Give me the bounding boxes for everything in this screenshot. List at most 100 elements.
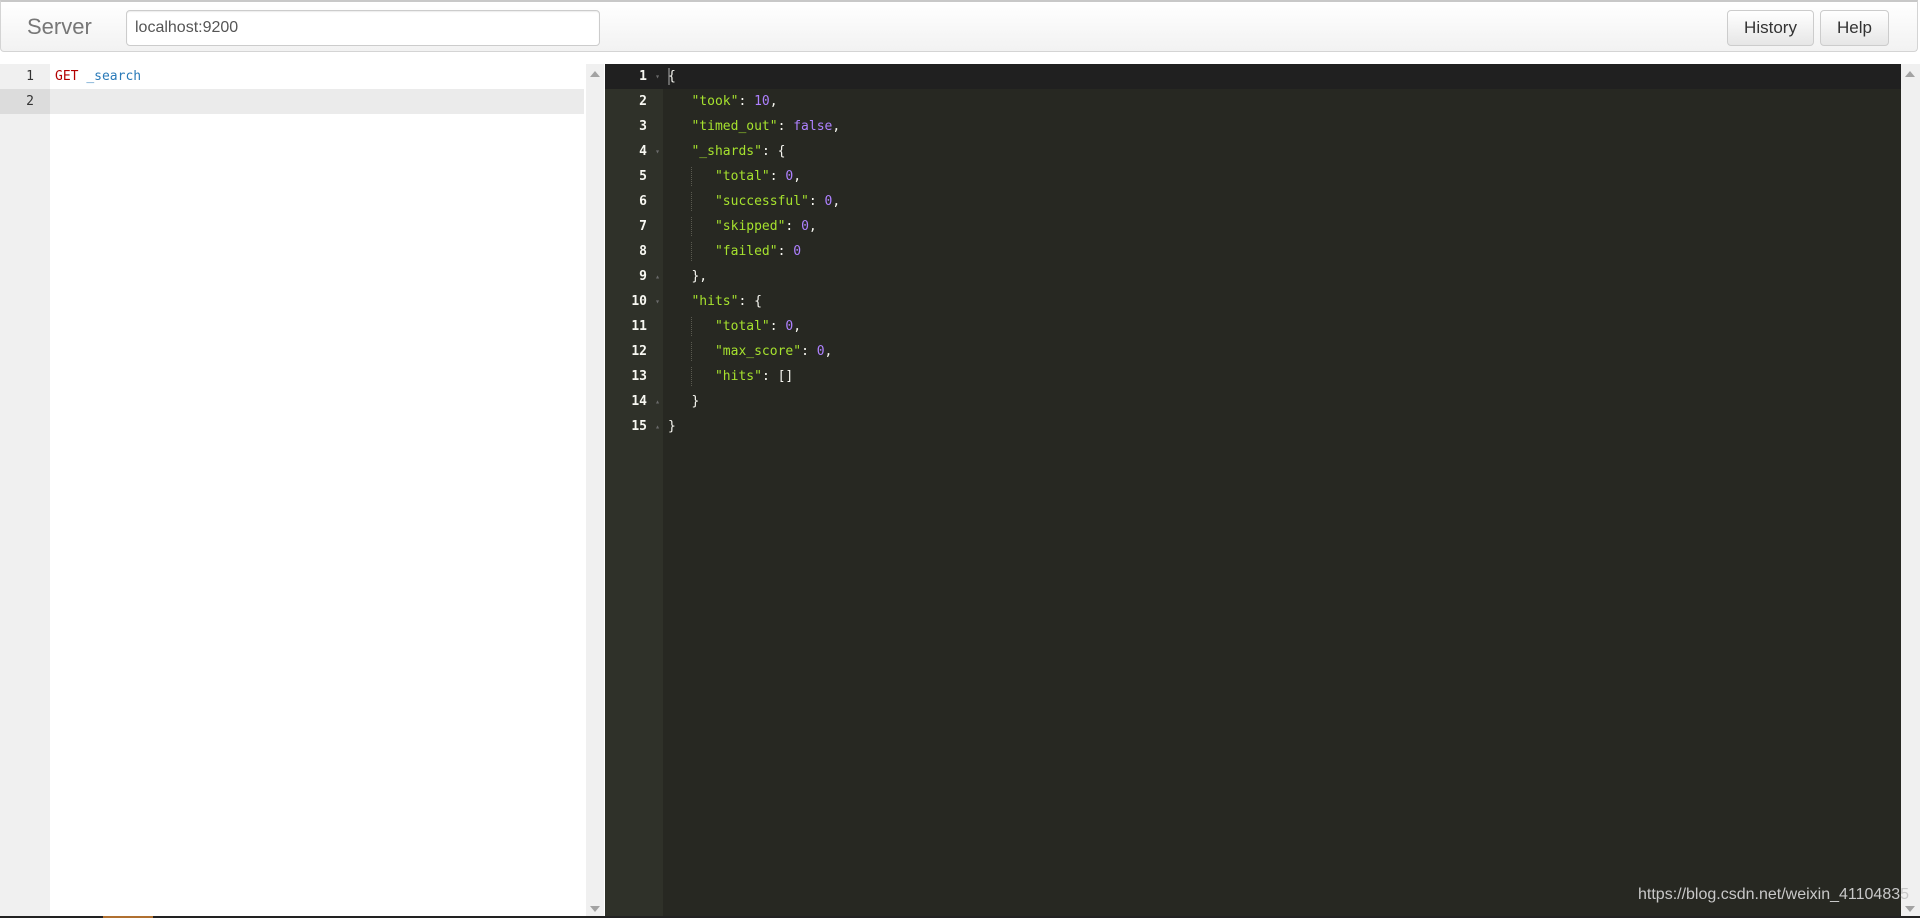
indent-guide — [691, 192, 693, 211]
help-button[interactable]: Help — [1820, 10, 1889, 46]
response-line[interactable]: "total": 0, — [663, 164, 1901, 189]
navbar: Server History Help — [0, 0, 1918, 52]
line-number-text: 10 — [631, 294, 647, 309]
request-editor[interactable]: 1 2 GET _search — [0, 64, 584, 918]
line-number-text: 13 — [631, 369, 647, 384]
json-key: "timed_out" — [691, 119, 778, 134]
line-number-text: 1 — [639, 69, 647, 84]
json-value: false — [793, 119, 833, 134]
json-key: "took" — [691, 94, 739, 109]
line-number-text: 6 — [639, 194, 647, 209]
line-number-text: 7 — [639, 219, 647, 234]
response-code[interactable]: { "took": 10, "timed_out": false, "_shar… — [663, 64, 1901, 439]
response-line[interactable]: "_shards": { — [663, 139, 1901, 164]
request-line[interactable] — [50, 89, 584, 114]
json-key: "total" — [714, 319, 770, 334]
fold-open-icon[interactable]: ▾ — [655, 64, 660, 89]
line-number-text: 5 — [639, 169, 647, 184]
line-number: 1 — [26, 69, 34, 84]
indent-guide — [691, 217, 693, 236]
json-colon: : — [738, 94, 755, 109]
json-colon: : — [738, 294, 755, 309]
response-line[interactable]: "hits": { — [663, 289, 1901, 314]
response-line[interactable]: "max_score": 0, — [663, 339, 1901, 364]
indent-guide — [691, 317, 693, 336]
scroll-up-icon[interactable] — [590, 71, 600, 77]
json-colon: : — [801, 344, 817, 359]
json-key: "hits" — [691, 294, 739, 309]
response-line[interactable]: "timed_out": false, — [663, 114, 1901, 139]
brand-label: Server — [27, 14, 92, 39]
response-editor[interactable]: 1 ▾ 2 3 4 ▾ 5 6 7 8 9 ▴ 10 ▾ 11 12 13 14 ▴ 15 ▴ { "took": 10… — [605, 64, 1901, 918]
scroll-down-icon[interactable] — [1905, 906, 1915, 912]
response-line[interactable]: "total": 0, — [663, 314, 1901, 339]
fold-close-icon[interactable]: ▴ — [655, 414, 660, 439]
fold-close-icon[interactable]: ▴ — [655, 389, 660, 414]
line-number-text: 9 — [639, 269, 647, 284]
fold-close-icon[interactable]: ▴ — [655, 264, 660, 289]
scroll-down-icon[interactable] — [590, 906, 600, 912]
json-key: "total" — [714, 169, 770, 184]
json-colon: : — [761, 144, 778, 159]
json-punct: , — [832, 119, 841, 134]
fold-open-icon[interactable]: ▾ — [655, 289, 660, 314]
line-number: 1 ▾ — [605, 64, 663, 89]
json-colon: : — [785, 219, 802, 234]
line-number-text: 14 — [631, 394, 647, 409]
response-line[interactable]: } — [663, 414, 1901, 439]
scroll-up-icon[interactable] — [1905, 71, 1915, 77]
json-punct: } — [668, 419, 676, 434]
json-colon: : — [777, 119, 794, 134]
line-number: 5 — [605, 164, 663, 189]
json-colon: : — [761, 369, 778, 384]
json-punct: , — [824, 344, 833, 359]
response-line[interactable]: }, — [663, 264, 1901, 289]
json-punct: [] — [777, 369, 794, 384]
line-number-text: 15 — [631, 419, 647, 434]
server-url-input[interactable] — [126, 10, 600, 46]
request-line[interactable]: GET _search — [50, 64, 584, 89]
response-line[interactable]: "hits": [] — [663, 364, 1901, 389]
json-key: "_shards" — [691, 144, 762, 159]
line-number: 2 — [0, 89, 50, 114]
response-line[interactable]: "took": 10, — [663, 89, 1901, 114]
json-punct: { — [754, 294, 762, 309]
json-punct: } — [691, 394, 700, 409]
response-line[interactable]: "successful": 0, — [663, 189, 1901, 214]
line-number: 4 ▾ — [605, 139, 663, 164]
history-button[interactable]: History — [1727, 10, 1814, 46]
line-number: 15 ▴ — [605, 414, 663, 439]
json-colon: : — [777, 244, 794, 259]
json-value: 10 — [754, 94, 770, 109]
request-code[interactable]: GET _search — [50, 64, 584, 114]
watermark: https://blog.csdn.net/weixin_41104835 — [1638, 886, 1910, 903]
line-number-text: 8 — [639, 244, 647, 259]
json-key: "max_score" — [714, 344, 802, 359]
response-line[interactable]: "skipped": 0, — [663, 214, 1901, 239]
http-method: GET — [55, 69, 79, 84]
line-number-text: 4 — [639, 144, 647, 159]
line-number-text: 2 — [639, 94, 647, 109]
response-line[interactable]: } — [663, 389, 1901, 414]
json-punct: , — [808, 219, 817, 234]
line-number: 6 — [605, 189, 663, 214]
line-number: 14 ▴ — [605, 389, 663, 414]
json-punct: , — [769, 94, 778, 109]
response-line[interactable]: "failed": 0 — [663, 239, 1901, 264]
response-line[interactable]: { — [663, 64, 1901, 89]
request-scrollbar[interactable] — [586, 64, 604, 918]
json-colon: : — [769, 319, 786, 334]
json-punct: }, — [691, 269, 708, 284]
indent-guide — [691, 342, 693, 361]
json-key: "successful" — [714, 194, 809, 209]
line-number: 11 — [605, 314, 663, 339]
fold-open-icon[interactable]: ▾ — [655, 139, 660, 164]
json-key: "failed" — [714, 244, 778, 259]
json-colon: : — [769, 169, 786, 184]
json-value: 0 — [816, 344, 825, 359]
json-punct: , — [793, 319, 802, 334]
response-scrollbar[interactable] — [1901, 64, 1920, 918]
